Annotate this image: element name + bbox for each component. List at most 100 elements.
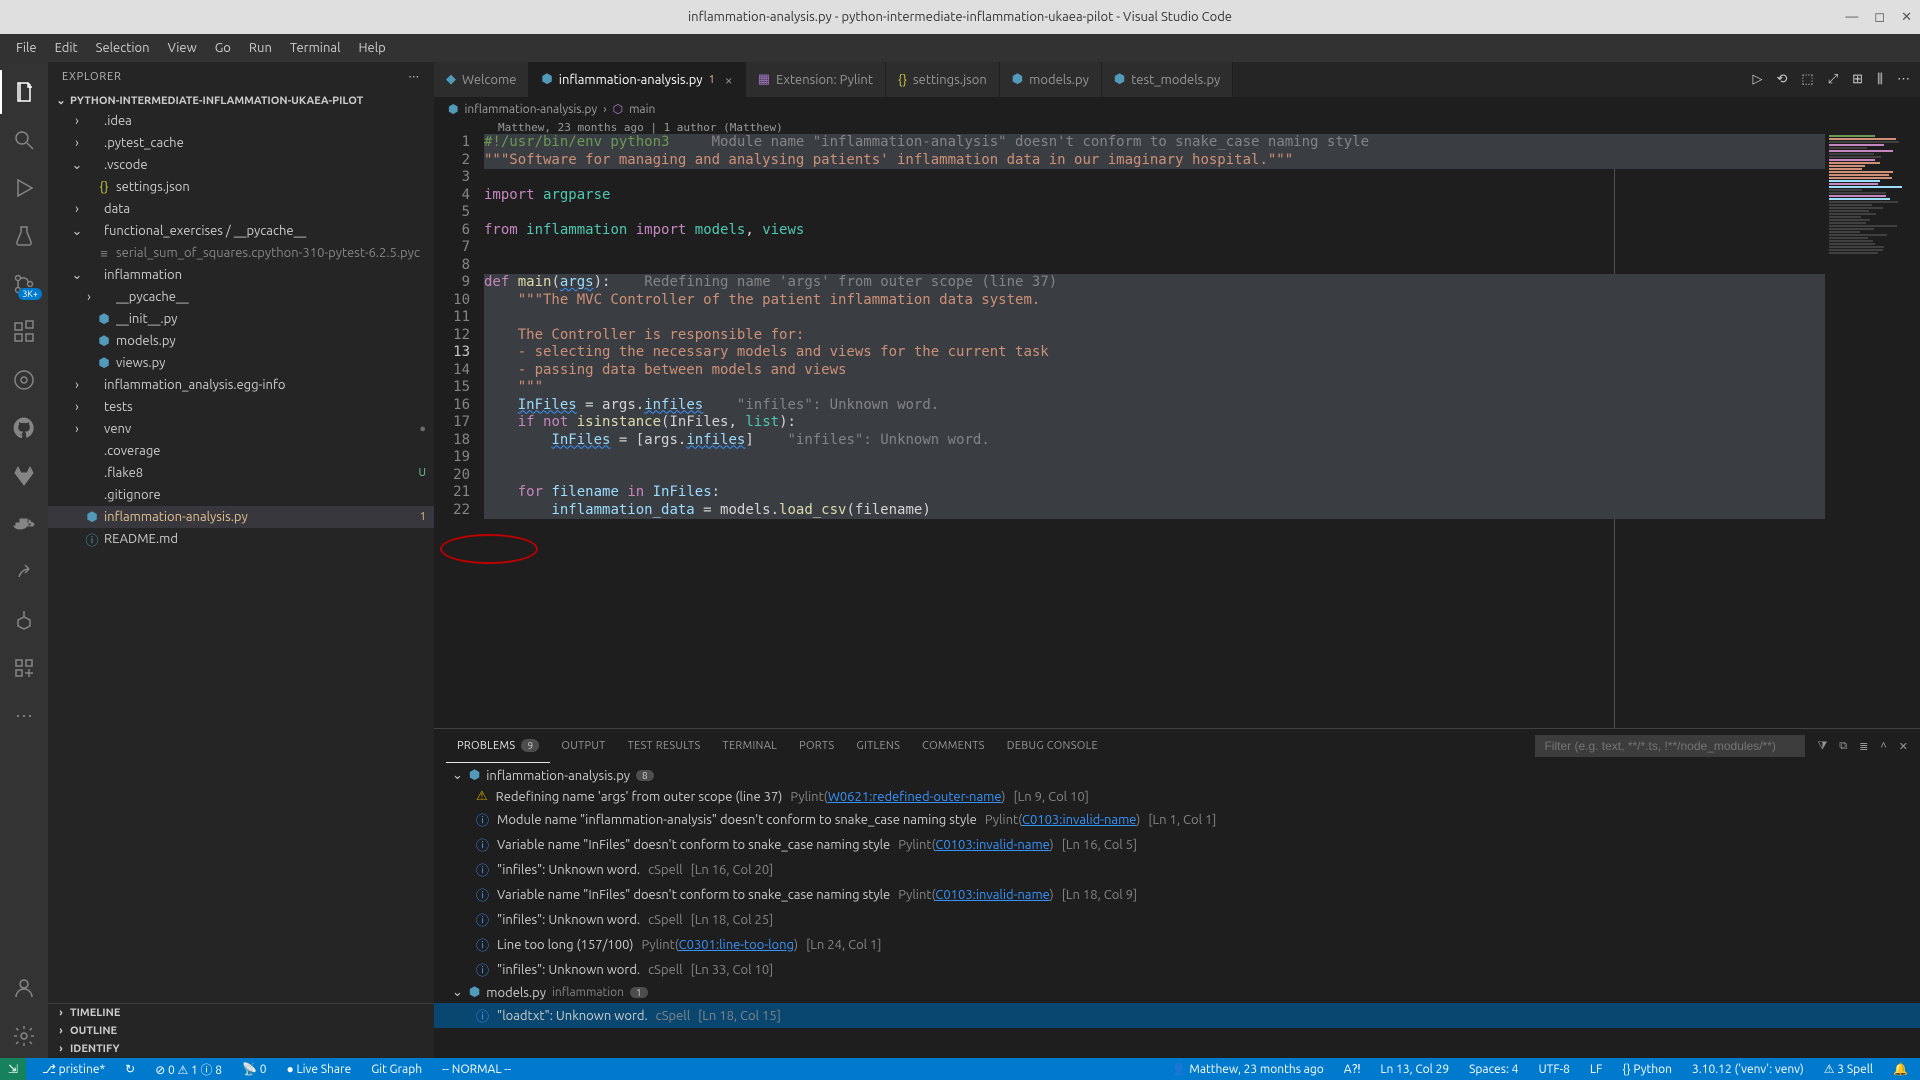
panel-tab-problems[interactable]: PROBLEMS 9 [446,729,550,763]
status-item[interactable]: Spaces: 4 [1465,1063,1522,1076]
status-item[interactable]: -- NORMAL -- [438,1063,515,1076]
codelens[interactable]: Matthew, 23 months ago | 1 author (Matth… [434,121,1920,134]
tree-item[interactable]: ⬢__init__.py [48,308,434,330]
status-item[interactable]: ⚠ 3 Spell [1820,1062,1877,1076]
problems-filter-input[interactable] [1535,735,1805,757]
rerun-icon[interactable]: ⟲ [1777,72,1788,87]
panel-tab-test-results[interactable]: TEST RESULTS [617,729,712,763]
diff-icon[interactable]: ⬚ [1801,72,1813,87]
view-as-list-icon[interactable]: ≣ [1859,740,1868,753]
problem-item[interactable]: ⓘVariable name "InFiles" doesn't conform… [434,882,1920,907]
tree-item[interactable]: ›inflammation_analysis.egg-info [48,374,434,396]
compare-icon[interactable]: ⤢ [1828,72,1838,87]
tree-item[interactable]: ›tests [48,396,434,418]
more-icon[interactable]: ⋯ [1897,72,1910,87]
tree-item[interactable]: ⬢models.py [48,330,434,352]
menu-run[interactable]: Run [241,37,280,59]
menu-terminal[interactable]: Terminal [282,37,349,59]
panel-tab-ports[interactable]: PORTS [788,729,845,763]
activity-testing[interactable] [0,214,48,258]
status-item[interactable]: Ln 13, Col 29 [1376,1063,1453,1076]
panel-tab-gitlens[interactable]: GITLENS [845,729,911,763]
problem-item[interactable]: ⓘ"loadtxt": Unknown word. cSpell [Ln 18,… [434,1003,1920,1028]
close-button[interactable]: ✕ [1901,10,1912,25]
code-lines[interactable]: #!/usr/bin/env python3 Module name "infl… [484,134,1825,728]
tree-item[interactable]: .gitignore [48,484,434,506]
tree-item[interactable]: ›.idea [48,110,434,132]
status-item[interactable]: Git Graph [367,1063,426,1076]
editor-tab[interactable]: ⬢models.py [1000,62,1102,97]
menu-go[interactable]: Go [207,37,239,59]
section-outline[interactable]: ›OUTLINE [48,1022,434,1040]
tree-item[interactable]: ⬢views.py [48,352,434,374]
activity-project[interactable] [0,598,48,642]
problem-item[interactable]: ⚠Redefining name 'args' from outer scope… [434,786,1920,807]
activity-search[interactable] [0,118,48,162]
remote-indicator[interactable]: ⇲ [0,1058,26,1080]
folder-root[interactable]: ⌄ PYTHON-INTERMEDIATE-INFLAMMATION-UKAEA… [48,91,434,110]
activity-run[interactable] [0,166,48,210]
collapse-all-icon[interactable]: ⧉ [1839,740,1847,753]
tree-item[interactable]: ≡serial_sum_of_squares.cpython-310-pytes… [48,242,434,264]
status-item[interactable]: LF [1586,1063,1606,1076]
menu-file[interactable]: File [8,37,45,59]
panel-tab-comments[interactable]: COMMENTS [911,729,996,763]
panel-tab-output[interactable]: OUTPUT [550,729,616,763]
tree-item[interactable]: .flake8U [48,462,434,484]
tree-item[interactable]: ⓘREADME.md [48,528,434,550]
problems-file-group[interactable]: ⌄⬢models.pyinflammation1 [434,982,1920,1003]
tree-item[interactable]: .coverage [48,440,434,462]
status-item[interactable]: 3.10.12 ('venv': venv) [1688,1063,1808,1076]
run-icon[interactable]: ▷ [1753,72,1763,87]
split-icon[interactable]: ⊞ [1852,72,1863,87]
activity-more[interactable]: ⋯ [0,694,48,738]
problem-item[interactable]: ⓘ"infiles": Unknown word. cSpell [Ln 18,… [434,907,1920,932]
problem-item[interactable]: ⓘ"infiles": Unknown word. cSpell [Ln 33,… [434,957,1920,982]
menu-selection[interactable]: Selection [88,37,158,59]
panel-tab-debug-console[interactable]: DEBUG CONSOLE [996,729,1109,763]
status-item[interactable]: 🔔 [1889,1062,1912,1076]
tree-item[interactable]: ›data [48,198,434,220]
tree-item[interactable]: ⌄inflammation [48,264,434,286]
activity-source-control[interactable]: 3K+ [0,262,48,306]
panel-tab-terminal[interactable]: TERMINAL [712,729,789,763]
activity-github[interactable] [0,406,48,450]
code-editor[interactable]: 12345678910111213141516171819202122 #!/u… [434,134,1920,728]
layout-icon[interactable]: ⫼ [1877,72,1883,87]
activity-explorer[interactable] [0,70,48,114]
status-item[interactable]: {} Python [1618,1063,1676,1076]
editor-tab[interactable]: ⬢test_models.py [1102,62,1233,97]
status-item[interactable]: ⊘ 0 ⚠ 1 ⓘ 8 [151,1061,226,1078]
menu-help[interactable]: Help [350,37,393,59]
tree-item[interactable]: ›venv● [48,418,434,440]
minimap[interactable] [1825,134,1920,728]
status-item[interactable]: ● Live Share [283,1062,356,1076]
status-item[interactable]: 👤 Matthew, 23 months ago [1168,1062,1328,1076]
tree-item[interactable]: ›__pycache__ [48,286,434,308]
activity-extra[interactable] [0,646,48,690]
activity-extensions[interactable] [0,310,48,354]
status-item[interactable]: ⎇ pristine* [38,1062,109,1076]
problem-item[interactable]: ⓘVariable name "InFiles" doesn't conform… [434,832,1920,857]
breadcrumb[interactable]: ⬢ inflammation-analysis.py › ⬡ main [434,97,1920,121]
filter-icon[interactable]: ⧩ [1817,740,1827,753]
section-timeline[interactable]: ›TIMELINE [48,1004,434,1022]
sidebar-actions-icon[interactable]: ⋯ [408,70,420,83]
menu-view[interactable]: View [160,37,205,59]
maximize-button[interactable]: ◻ [1874,10,1885,25]
activity-remote[interactable] [0,358,48,402]
status-item[interactable]: UTF-8 [1534,1063,1573,1076]
tree-item[interactable]: ›.pytest_cache [48,132,434,154]
tree-item[interactable]: ⌄.vscode [48,154,434,176]
problems-file-group[interactable]: ⌄⬢inflammation-analysis.py8 [434,765,1920,786]
section-identify[interactable]: ›IDENTIFY [48,1040,434,1058]
problem-item[interactable]: ⓘLine too long (157/100) Pylint(C0301:li… [434,932,1920,957]
tree-item[interactable]: {}settings.json [48,176,434,198]
problem-item[interactable]: ⓘModule name "inflammation-analysis" doe… [434,807,1920,832]
panel-close-icon[interactable]: ✕ [1899,740,1908,753]
tree-item[interactable]: ⌄functional_exercises / __pycache__ [48,220,434,242]
activity-gitlab[interactable] [0,454,48,498]
status-item[interactable]: 📡 0 [238,1062,270,1076]
panel-maximize-icon[interactable]: ˄ [1880,740,1886,752]
activity-accounts[interactable] [0,966,48,1010]
